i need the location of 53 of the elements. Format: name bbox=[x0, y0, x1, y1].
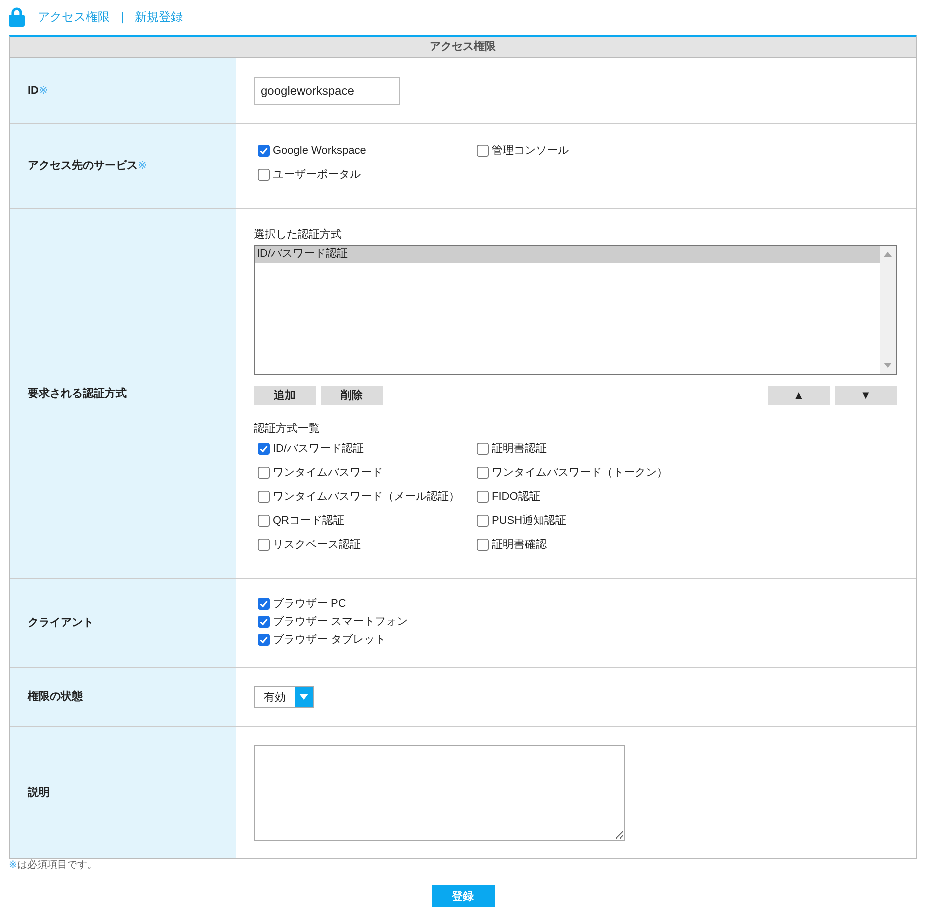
checkbox[interactable] bbox=[258, 491, 270, 503]
checkbox-label[interactable]: ID/パスワード認証 bbox=[273, 441, 364, 457]
checkbox-label[interactable]: ワンタイムパスワード（トークン） bbox=[492, 465, 668, 481]
checkbox-label[interactable]: 証明書確認 bbox=[492, 537, 547, 553]
checkbox-label[interactable]: ワンタイムパスワード（メール認証） bbox=[273, 489, 460, 505]
list-caption: 認証方式一覧 bbox=[254, 422, 321, 437]
checkbox-label[interactable]: リスクベース認証 bbox=[273, 537, 361, 553]
checkbox[interactable] bbox=[258, 515, 270, 527]
move-down-button[interactable]: ▼ bbox=[835, 386, 897, 405]
field-label: 要求される認証方式 bbox=[28, 386, 127, 402]
status-select[interactable]: 有効 bbox=[254, 686, 314, 708]
checkbox[interactable] bbox=[477, 491, 489, 503]
checkbox-label[interactable]: ブラウザー PC bbox=[273, 596, 346, 612]
checkbox[interactable] bbox=[258, 539, 270, 551]
lock-icon bbox=[9, 6, 25, 26]
checkbox[interactable] bbox=[477, 145, 489, 157]
checkbox-label[interactable]: ブラウザー スマートフォン bbox=[273, 614, 408, 630]
id-input[interactable]: googleworkspace bbox=[254, 77, 400, 105]
checkbox-label[interactable]: ワンタイムパスワード bbox=[273, 465, 383, 481]
breadcrumb-separator: | bbox=[121, 8, 124, 24]
checkbox[interactable] bbox=[477, 539, 489, 551]
field-label: 説明 bbox=[28, 786, 50, 800]
checkbox-label[interactable]: 管理コンソール bbox=[492, 143, 569, 159]
checkbox-label[interactable]: FIDO認証 bbox=[492, 489, 540, 505]
checkbox[interactable] bbox=[477, 443, 489, 455]
checkbox-label[interactable]: PUSH通知認証 bbox=[492, 513, 567, 529]
move-up-button[interactable]: ▲ bbox=[768, 386, 830, 405]
listbox-item[interactable]: ID/パスワード認証 bbox=[255, 246, 880, 263]
checkbox-label[interactable]: ユーザーポータル bbox=[273, 167, 361, 183]
checkbox-label[interactable]: 証明書認証 bbox=[492, 441, 547, 457]
checkbox[interactable] bbox=[477, 467, 489, 479]
checkbox[interactable] bbox=[258, 145, 270, 157]
description-textarea[interactable] bbox=[254, 745, 625, 841]
checkbox[interactable] bbox=[258, 634, 270, 646]
checkbox-label[interactable]: Google Workspace bbox=[273, 143, 366, 159]
checkbox[interactable] bbox=[258, 467, 270, 479]
field-label: ID※ bbox=[28, 84, 48, 98]
required-note: ※は必須項目です。 bbox=[8, 859, 98, 872]
checkbox[interactable] bbox=[258, 598, 270, 610]
checkbox-label[interactable]: QRコード認証 bbox=[273, 513, 344, 529]
checkbox[interactable] bbox=[477, 515, 489, 527]
delete-button[interactable]: 削除 bbox=[321, 386, 383, 405]
add-button[interactable]: 追加 bbox=[254, 386, 316, 405]
checkbox[interactable] bbox=[258, 443, 270, 455]
panel-header: アクセス権限 bbox=[10, 37, 916, 58]
checkbox[interactable] bbox=[258, 169, 270, 181]
field-label: 権限の状態 bbox=[28, 690, 83, 705]
checkbox-label[interactable]: ブラウザー タブレット bbox=[273, 632, 386, 648]
field-label: アクセス先のサービス※ bbox=[28, 158, 148, 174]
selected-methods-listbox[interactable]: ID/パスワード認証 bbox=[254, 245, 897, 375]
field-label: クライアント bbox=[28, 616, 94, 631]
list-caption: 選択した認証方式 bbox=[254, 228, 343, 243]
checkbox[interactable] bbox=[258, 616, 270, 628]
